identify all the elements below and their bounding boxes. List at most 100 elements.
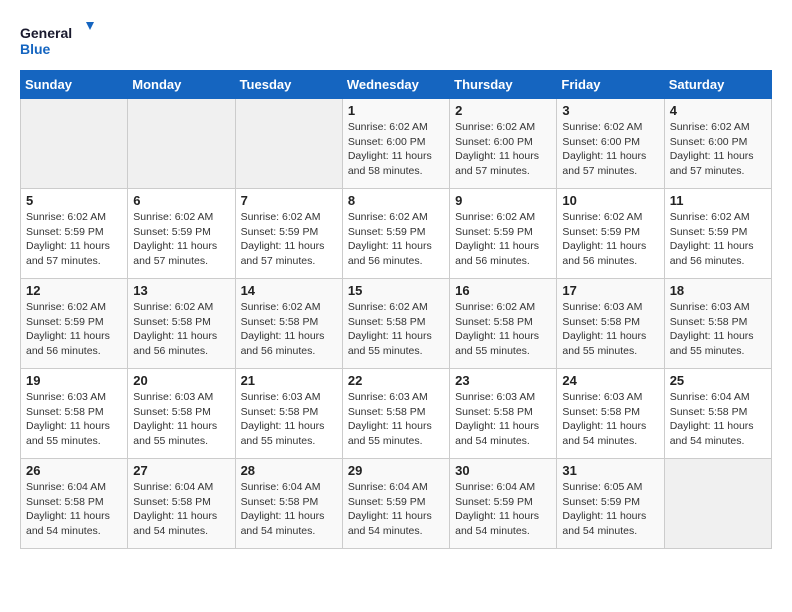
day-info: Sunrise: 6:03 AMSunset: 5:58 PMDaylight:… [241,390,337,449]
day-number: 5 [26,193,122,208]
day-number: 6 [133,193,229,208]
calendar-cell: 11 Sunrise: 6:02 AMSunset: 5:59 PMDayligh… [664,189,771,279]
day-info: Sunrise: 6:02 AMSunset: 5:59 PMDaylight:… [670,210,766,269]
day-number: 12 [26,283,122,298]
calendar-cell: 2 Sunrise: 6:02 AMSunset: 6:00 PMDaylight… [450,99,557,189]
day-number: 17 [562,283,658,298]
calendar-cell: 22Sunrise: 6:03 AMSunset: 5:58 PMDayligh… [342,369,449,459]
calendar-week-row: 5 Sunrise: 6:02 AMSunset: 5:59 PMDaylight… [21,189,772,279]
day-number: 22 [348,373,444,388]
calendar-cell: 30Sunrise: 6:04 AMSunset: 5:59 PMDayligh… [450,459,557,549]
day-number: 31 [562,463,658,478]
day-info: Sunrise: 6:04 AMSunset: 5:59 PMDaylight:… [348,480,444,539]
day-info: Sunrise: 6:04 AMSunset: 5:58 PMDaylight:… [133,480,229,539]
day-number: 21 [241,373,337,388]
logo-svg: General Blue [20,20,100,60]
calendar-cell: 9 Sunrise: 6:02 AMSunset: 5:59 PMDaylight… [450,189,557,279]
calendar-cell: 10 Sunrise: 6:02 AMSunset: 5:59 PMDayligh… [557,189,664,279]
day-info: Sunrise: 6:02 AMSunset: 5:59 PMDaylight:… [241,210,337,269]
day-info: Sunrise: 6:03 AMSunset: 5:58 PMDaylight:… [455,390,551,449]
calendar-cell: 7 Sunrise: 6:02 AMSunset: 5:59 PMDaylight… [235,189,342,279]
calendar-cell: 5 Sunrise: 6:02 AMSunset: 5:59 PMDaylight… [21,189,128,279]
day-info: Sunrise: 6:02 AMSunset: 5:59 PMDaylight:… [26,210,122,269]
calendar-cell [128,99,235,189]
weekday-header: Saturday [664,71,771,99]
calendar-cell: 18Sunrise: 6:03 AMSunset: 5:58 PMDayligh… [664,279,771,369]
day-info: Sunrise: 6:02 AMSunset: 5:59 PMDaylight:… [133,210,229,269]
day-number: 26 [26,463,122,478]
weekday-header: Thursday [450,71,557,99]
calendar-cell: 29 Sunrise: 6:04 AMSunset: 5:59 PMDayligh… [342,459,449,549]
weekday-header: Sunday [21,71,128,99]
day-number: 9 [455,193,551,208]
day-info: Sunrise: 6:04 AMSunset: 5:58 PMDaylight:… [670,390,766,449]
calendar-cell: 4Sunrise: 6:02 AMSunset: 6:00 PMDaylight… [664,99,771,189]
day-number: 11 [670,193,766,208]
calendar-cell: 1Sunrise: 6:02 AMSunset: 6:00 PMDaylight… [342,99,449,189]
weekday-header: Friday [557,71,664,99]
day-number: 27 [133,463,229,478]
calendar-cell [21,99,128,189]
day-info: Sunrise: 6:03 AMSunset: 5:58 PMDaylight:… [133,390,229,449]
weekday-header: Tuesday [235,71,342,99]
day-number: 2 [455,103,551,118]
calendar-cell: 16 Sunrise: 6:02 AMSunset: 5:58 PMDayligh… [450,279,557,369]
day-info: Sunrise: 6:03 AMSunset: 5:58 PMDaylight:… [562,300,658,359]
weekday-header-row: SundayMondayTuesdayWednesdayThursdayFrid… [21,71,772,99]
day-number: 8 [348,193,444,208]
day-info: Sunrise: 6:02 AMSunset: 5:58 PMDaylight:… [241,300,337,359]
calendar-cell: 25 Sunrise: 6:04 AMSunset: 5:58 PMDayligh… [664,369,771,459]
day-info: Sunrise: 6:05 AMSunset: 5:59 PMDaylight:… [562,480,658,539]
calendar-cell: 8Sunrise: 6:02 AMSunset: 5:59 PMDaylight… [342,189,449,279]
logo: General Blue [20,20,100,60]
calendar-week-row: 12Sunrise: 6:02 AMSunset: 5:59 PMDayligh… [21,279,772,369]
day-info: Sunrise: 6:02 AMSunset: 5:59 PMDaylight:… [562,210,658,269]
day-number: 13 [133,283,229,298]
calendar-cell: 21 Sunrise: 6:03 AMSunset: 5:58 PMDayligh… [235,369,342,459]
day-number: 7 [241,193,337,208]
calendar-cell: 31 Sunrise: 6:05 AMSunset: 5:59 PMDayligh… [557,459,664,549]
day-info: Sunrise: 6:04 AMSunset: 5:59 PMDaylight:… [455,480,551,539]
calendar-cell: 3Sunrise: 6:02 AMSunset: 6:00 PMDaylight… [557,99,664,189]
day-number: 23 [455,373,551,388]
day-number: 25 [670,373,766,388]
day-info: Sunrise: 6:03 AMSunset: 5:58 PMDaylight:… [670,300,766,359]
day-info: Sunrise: 6:02 AMSunset: 5:58 PMDaylight:… [455,300,551,359]
day-info: Sunrise: 6:02 AMSunset: 6:00 PMDaylight:… [455,120,551,179]
calendar-cell: 19Sunrise: 6:03 AMSunset: 5:58 PMDayligh… [21,369,128,459]
day-number: 16 [455,283,551,298]
calendar-week-row: 1Sunrise: 6:02 AMSunset: 6:00 PMDaylight… [21,99,772,189]
day-number: 24 [562,373,658,388]
day-info: Sunrise: 6:02 AMSunset: 6:00 PMDaylight:… [348,120,444,179]
day-number: 15 [348,283,444,298]
calendar-cell: 26 Sunrise: 6:04 AMSunset: 5:58 PMDayligh… [21,459,128,549]
calendar-cell [235,99,342,189]
calendar-cell: 24 Sunrise: 6:03 AMSunset: 5:58 PMDayligh… [557,369,664,459]
day-number: 29 [348,463,444,478]
calendar-cell: 14Sunrise: 6:02 AMSunset: 5:58 PMDayligh… [235,279,342,369]
weekday-header: Wednesday [342,71,449,99]
calendar-week-row: 26 Sunrise: 6:04 AMSunset: 5:58 PMDayligh… [21,459,772,549]
svg-text:Blue: Blue [20,41,51,57]
day-info: Sunrise: 6:04 AMSunset: 5:58 PMDaylight:… [26,480,122,539]
svg-text:General: General [20,25,72,41]
calendar-cell: 6 Sunrise: 6:02 AMSunset: 5:59 PMDaylight… [128,189,235,279]
day-info: Sunrise: 6:03 AMSunset: 5:58 PMDaylight:… [562,390,658,449]
calendar-cell: 20 Sunrise: 6:03 AMSunset: 5:58 PMDayligh… [128,369,235,459]
calendar-cell: 12Sunrise: 6:02 AMSunset: 5:59 PMDayligh… [21,279,128,369]
calendar-cell: 28 Sunrise: 6:04 AMSunset: 5:58 PMDayligh… [235,459,342,549]
day-number: 4 [670,103,766,118]
day-number: 28 [241,463,337,478]
calendar-cell: 15Sunrise: 6:02 AMSunset: 5:58 PMDayligh… [342,279,449,369]
day-info: Sunrise: 6:02 AMSunset: 5:59 PMDaylight:… [455,210,551,269]
calendar-table: SundayMondayTuesdayWednesdayThursdayFrid… [20,70,772,549]
calendar-cell [664,459,771,549]
page-header: General Blue [20,20,772,60]
calendar-cell: 23 Sunrise: 6:03 AMSunset: 5:58 PMDayligh… [450,369,557,459]
day-info: Sunrise: 6:04 AMSunset: 5:58 PMDaylight:… [241,480,337,539]
day-number: 20 [133,373,229,388]
day-info: Sunrise: 6:02 AMSunset: 6:00 PMDaylight:… [562,120,658,179]
day-number: 10 [562,193,658,208]
day-number: 19 [26,373,122,388]
day-info: Sunrise: 6:02 AMSunset: 5:58 PMDaylight:… [133,300,229,359]
